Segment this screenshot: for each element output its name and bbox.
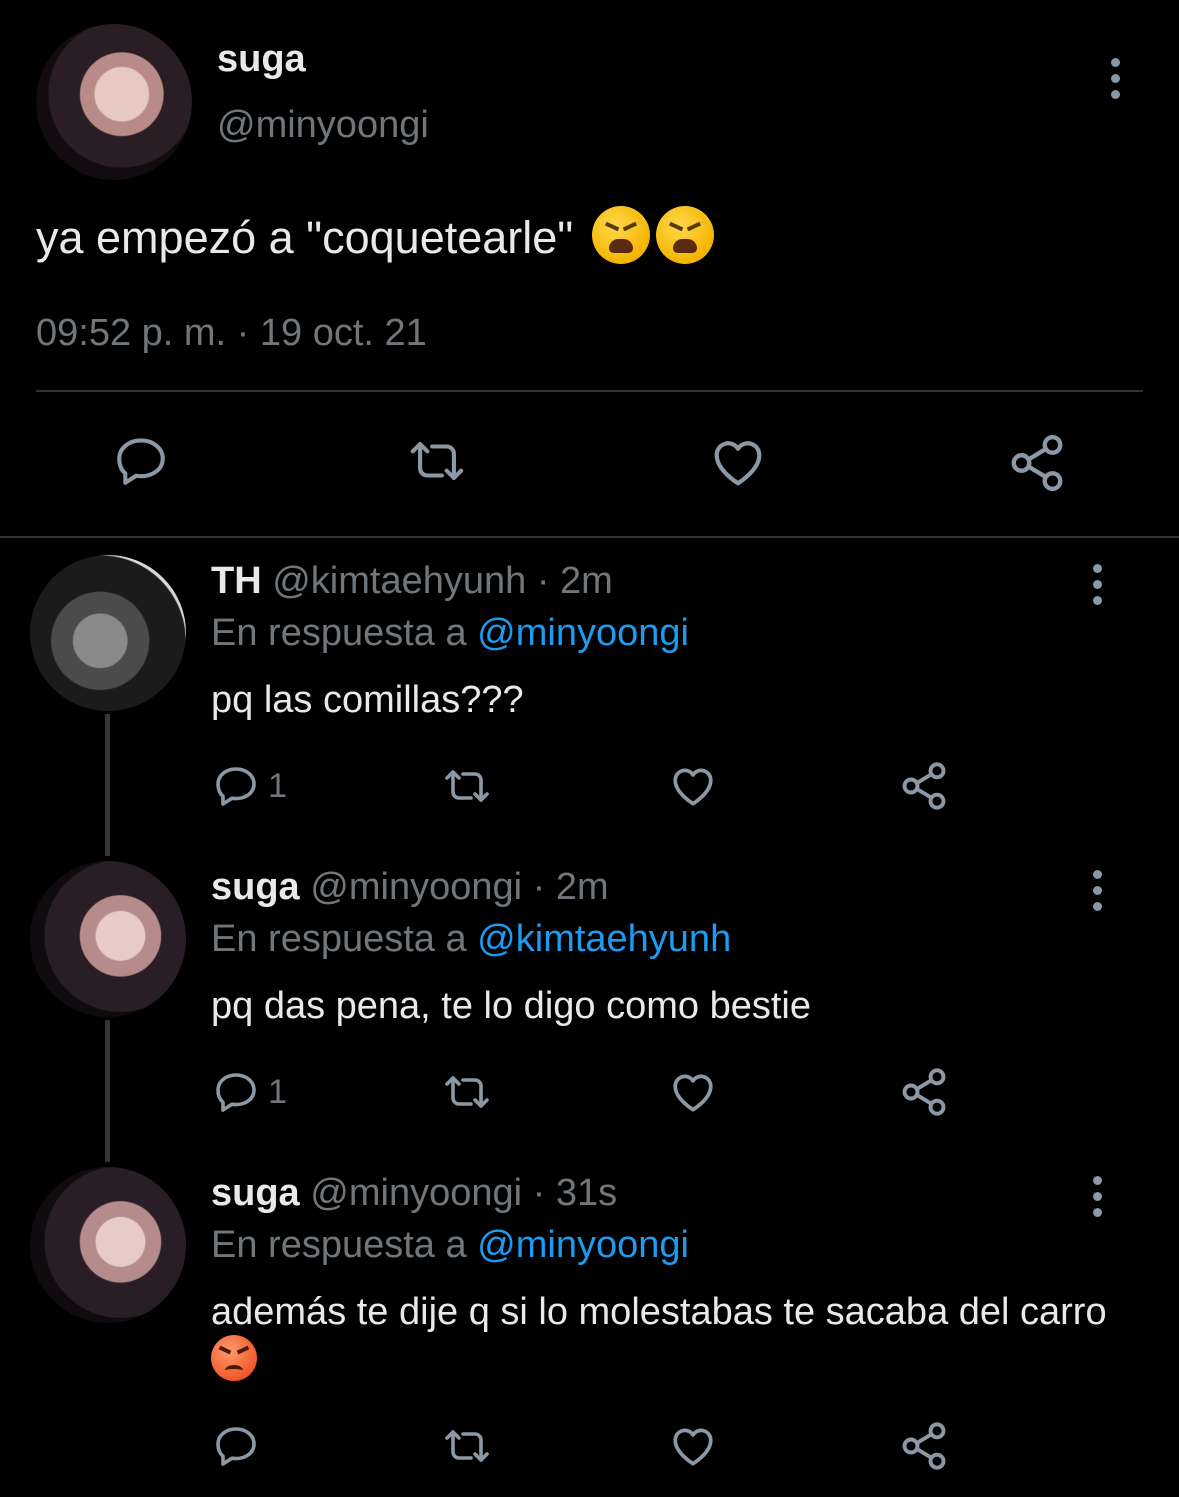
reply-count: 1 xyxy=(268,766,287,805)
section-divider xyxy=(0,536,1179,538)
reply-context: En respuesta a @minyoongi xyxy=(211,612,689,655)
retweet-icon xyxy=(445,1076,489,1108)
reply-icon xyxy=(117,438,165,485)
reply-author-handle[interactable]: @minyoongi xyxy=(310,866,522,908)
thread-connector xyxy=(105,714,110,856)
reply-text: además te dije q si lo molestabas te sac… xyxy=(211,1288,1131,1385)
tweet-thread-page: suga @minyoongi ya empezó a "coquetearle… xyxy=(0,0,1179,1497)
tweet-text-content: ya empezó a "coquetearle" xyxy=(36,212,574,263)
more-options-icon[interactable] xyxy=(1092,564,1102,605)
reply-to-mention[interactable]: @minyoongi xyxy=(477,1224,689,1266)
avatar[interactable] xyxy=(30,861,186,1017)
like-button[interactable] xyxy=(668,1067,718,1117)
angry-face-emoji xyxy=(211,1334,257,1381)
divider xyxy=(36,390,1143,392)
avatar[interactable] xyxy=(36,24,192,180)
share-icon xyxy=(902,1422,946,1470)
reply-author-name[interactable]: TH xyxy=(211,560,262,602)
reply-text-content: además te dije q si lo molestabas te sac… xyxy=(211,1291,1107,1333)
author-handle[interactable]: @minyoongi xyxy=(217,104,429,147)
reply-button[interactable] xyxy=(212,1422,260,1470)
share-icon xyxy=(902,1068,946,1116)
share-icon xyxy=(1011,434,1063,492)
reply-context: En respuesta a @minyoongi xyxy=(211,1224,689,1267)
thread-connector xyxy=(105,1020,110,1162)
retweet-button[interactable] xyxy=(440,1068,494,1116)
like-button[interactable] xyxy=(708,432,768,492)
author-name[interactable]: suga xyxy=(217,38,306,81)
more-options-icon[interactable] xyxy=(1110,58,1120,99)
reply-count: 1 xyxy=(268,1072,287,1111)
like-button[interactable] xyxy=(668,761,718,811)
heart-icon xyxy=(673,768,713,806)
reply-icon xyxy=(216,1427,256,1466)
heart-icon xyxy=(714,441,762,486)
heart-icon xyxy=(673,1074,713,1112)
retweet-icon xyxy=(410,442,464,480)
reply-text: pq das pena, te lo digo como bestie xyxy=(211,985,811,1027)
tweet-timestamp[interactable]: 09:52 p. m. · 19 oct. 21 xyxy=(36,312,427,355)
share-button[interactable] xyxy=(1006,432,1068,494)
reply-time: · 31s xyxy=(532,1172,618,1214)
share-button[interactable] xyxy=(898,1066,950,1118)
reply-button[interactable]: 1 xyxy=(212,1068,287,1116)
like-button[interactable] xyxy=(668,1421,718,1471)
share-button[interactable] xyxy=(898,1420,950,1472)
reply-author-handle[interactable]: @kimtaehyunh xyxy=(272,560,526,602)
tired-face-emoji xyxy=(591,206,650,265)
reply-text: pq las comillas??? xyxy=(211,679,524,721)
reply-header: suga @minyoongi · 2m xyxy=(211,866,609,909)
reply-time: · 2m xyxy=(536,560,613,602)
reply-to-mention[interactable]: @minyoongi xyxy=(477,612,689,654)
reply-author-name[interactable]: suga xyxy=(211,1172,300,1214)
reply-prefix: En respuesta a xyxy=(211,1224,467,1266)
retweet-button[interactable] xyxy=(405,432,469,490)
retweet-button[interactable] xyxy=(440,1422,494,1470)
reply-prefix: En respuesta a xyxy=(211,612,467,654)
reply-header: TH @kimtaehyunh · 2m xyxy=(211,560,613,603)
avatar[interactable] xyxy=(30,555,186,711)
share-icon xyxy=(902,762,946,810)
tired-face-emoji xyxy=(655,206,714,265)
reply-icon xyxy=(216,767,256,806)
retweet-icon xyxy=(445,770,489,802)
reply-button[interactable]: 1 xyxy=(212,762,287,810)
reply-author-handle[interactable]: @minyoongi xyxy=(310,1172,522,1214)
reply-prefix: En respuesta a xyxy=(211,918,467,960)
avatar[interactable] xyxy=(30,1167,186,1323)
heart-icon xyxy=(673,1428,713,1466)
more-options-icon[interactable] xyxy=(1092,1176,1102,1217)
more-options-icon[interactable] xyxy=(1092,870,1102,911)
reply-button[interactable] xyxy=(112,432,170,490)
retweet-icon xyxy=(445,1430,489,1462)
share-button[interactable] xyxy=(898,760,950,812)
reply-icon xyxy=(216,1073,256,1112)
reply-time: · 2m xyxy=(532,866,609,908)
reply-context: En respuesta a @kimtaehyunh xyxy=(211,918,731,961)
reply-author-name[interactable]: suga xyxy=(211,866,300,908)
tweet-text: ya empezó a "coquetearle" xyxy=(36,206,714,270)
reply-header: suga @minyoongi · 31s xyxy=(211,1172,617,1215)
reply-to-mention[interactable]: @kimtaehyunh xyxy=(477,918,731,960)
retweet-button[interactable] xyxy=(440,762,494,810)
